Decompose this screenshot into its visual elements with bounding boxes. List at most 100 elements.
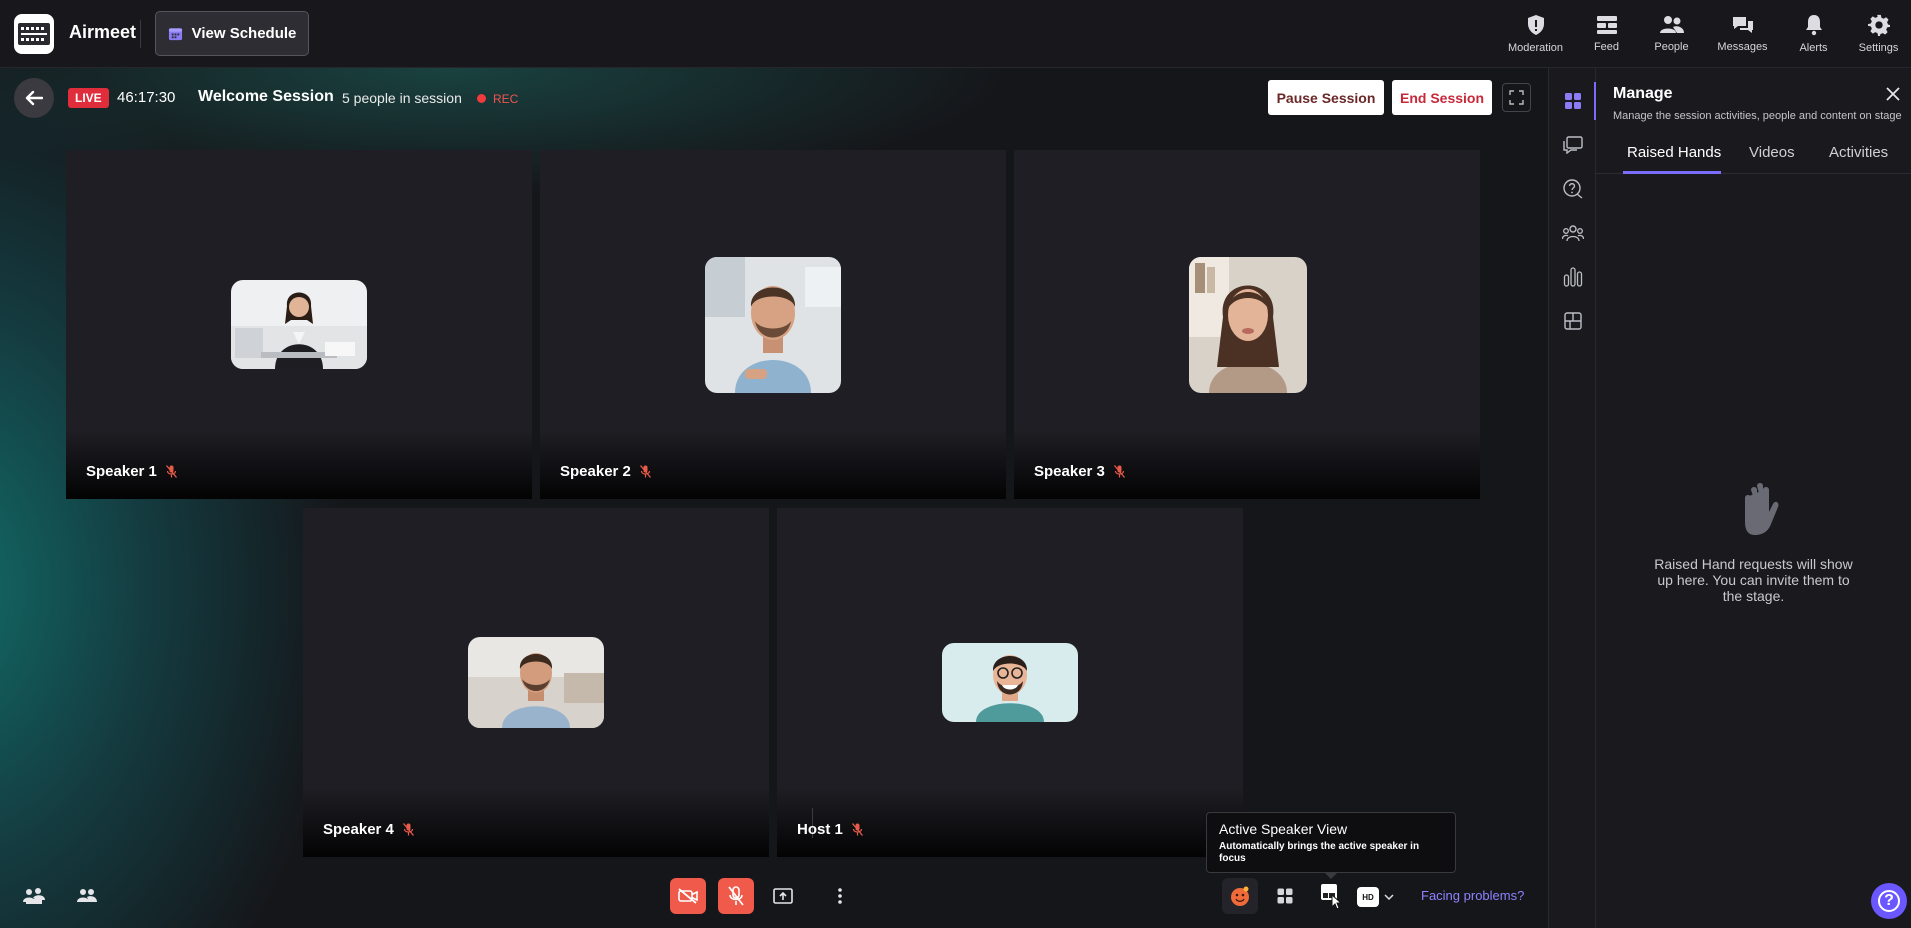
live-badge: LIVE bbox=[68, 88, 109, 108]
mic-off-button[interactable] bbox=[718, 878, 754, 914]
rail-layout-button[interactable] bbox=[1549, 303, 1597, 339]
video-tile-host-1[interactable]: Host 1 bbox=[777, 508, 1243, 857]
nav-moderation[interactable]: Moderation bbox=[1497, 0, 1574, 68]
close-panel-button[interactable] bbox=[1885, 86, 1901, 102]
camera-off-button[interactable] bbox=[670, 878, 706, 914]
arrow-left-icon bbox=[25, 90, 43, 106]
speaker-avatar bbox=[705, 257, 841, 393]
speaker-avatar bbox=[942, 643, 1078, 722]
tab-activities[interactable]: Activities bbox=[1829, 143, 1888, 173]
emoji-reaction-icon bbox=[1231, 886, 1249, 906]
bar-chart-icon bbox=[1563, 267, 1583, 287]
speaker-name-tag: Speaker 4 bbox=[323, 821, 414, 838]
mic-off-icon bbox=[639, 465, 651, 478]
view-schedule-label: View Schedule bbox=[191, 25, 297, 42]
raised-hands-empty-message: Raised Hand requests will show up here. … bbox=[1654, 556, 1853, 604]
speaker-name: Speaker 4 bbox=[323, 821, 394, 838]
view-schedule-button[interactable]: View Schedule bbox=[155, 11, 309, 56]
back-button[interactable] bbox=[14, 78, 54, 118]
active-speaker-icon bbox=[1321, 884, 1343, 910]
nav-moderation-label: Moderation bbox=[1507, 42, 1564, 54]
nav-alerts[interactable]: Alerts bbox=[1781, 0, 1846, 68]
speaker-name-tag: Speaker 2 bbox=[560, 463, 651, 480]
gear-icon bbox=[1867, 14, 1890, 36]
top-bar: Airmeet View Schedule Moderation Feed Pe… bbox=[0, 0, 1911, 68]
nav-alerts-label: Alerts bbox=[1799, 42, 1828, 54]
question-chat-icon bbox=[1563, 179, 1583, 199]
shield-alert-icon bbox=[1527, 15, 1544, 35]
participants-button[interactable] bbox=[69, 878, 105, 914]
recording-label: REC bbox=[493, 92, 519, 106]
nav-messages-label: Messages bbox=[1717, 41, 1768, 53]
chat-icon bbox=[1563, 136, 1583, 154]
people-icon bbox=[77, 889, 97, 902]
fullscreen-button[interactable] bbox=[1502, 83, 1531, 112]
grid-view-button[interactable] bbox=[1267, 878, 1303, 914]
rail-polls-button[interactable] bbox=[1549, 259, 1597, 295]
top-divider bbox=[140, 20, 141, 48]
nav-settings[interactable]: Settings bbox=[1846, 0, 1911, 68]
video-tile-speaker-2[interactable]: Speaker 2 bbox=[540, 150, 1006, 499]
video-tile-speaker-3[interactable]: Speaker 3 bbox=[1014, 150, 1480, 499]
facing-problems-link[interactable]: Facing problems? bbox=[1421, 888, 1524, 903]
more-options-button[interactable] bbox=[822, 878, 858, 914]
mic-off-icon bbox=[728, 886, 744, 906]
mic-off-icon bbox=[402, 823, 414, 836]
help-question-icon: ? bbox=[1878, 890, 1900, 912]
hd-badge: HD bbox=[1357, 887, 1379, 907]
session-timer: 46:17:30 bbox=[117, 89, 176, 106]
layout-icon bbox=[1564, 312, 1582, 330]
share-screen-button[interactable] bbox=[765, 878, 801, 914]
session-title: Welcome Session bbox=[198, 88, 334, 105]
tab-raised-hands[interactable]: Raised Hands bbox=[1627, 143, 1721, 173]
rail-people-button[interactable] bbox=[1549, 215, 1597, 251]
speaker-name-tag: Speaker 3 bbox=[1034, 463, 1125, 480]
video-off-icon bbox=[678, 888, 698, 904]
rail-manage-button[interactable] bbox=[1549, 83, 1597, 119]
nav-messages[interactable]: Messages bbox=[1704, 0, 1781, 68]
active-speaker-view-button[interactable] bbox=[1313, 878, 1349, 914]
reactions-button[interactable] bbox=[1222, 878, 1258, 914]
video-tile-speaker-1[interactable]: Speaker 1 bbox=[66, 150, 532, 499]
backstage-button[interactable] bbox=[16, 878, 52, 914]
dashboard-icon bbox=[1565, 93, 1581, 109]
panel-tabs: Raised Hands Videos Activities bbox=[1596, 143, 1911, 243]
nav-people[interactable]: People bbox=[1639, 0, 1704, 68]
share-screen-icon bbox=[773, 888, 793, 904]
calendar-icon bbox=[168, 28, 182, 41]
raised-hand-icon bbox=[1735, 480, 1779, 541]
rail-qna-button[interactable] bbox=[1549, 171, 1597, 207]
help-button[interactable]: ? bbox=[1871, 883, 1907, 919]
people-count: 5 people in session bbox=[342, 90, 462, 106]
video-tile-speaker-4[interactable]: Speaker 4 bbox=[303, 508, 769, 857]
video-quality-select[interactable]: HD bbox=[1357, 882, 1405, 912]
tooltip-arrow bbox=[1324, 872, 1338, 879]
speaker-name: Speaker 2 bbox=[560, 463, 631, 480]
end-session-button[interactable]: End Session bbox=[1392, 80, 1492, 115]
rail-chat-button[interactable] bbox=[1549, 127, 1597, 163]
airmeet-logo[interactable] bbox=[14, 14, 54, 54]
pause-session-button[interactable]: Pause Session bbox=[1268, 80, 1384, 115]
right-side-rail bbox=[1548, 68, 1597, 928]
speaker-name: Speaker 1 bbox=[86, 463, 157, 480]
feed-icon bbox=[1596, 16, 1617, 34]
mic-off-icon bbox=[851, 823, 863, 836]
top-nav: Moderation Feed People Messages Alerts S… bbox=[1497, 0, 1911, 68]
active-speaker-tooltip: Active Speaker View Automatically brings… bbox=[1206, 812, 1456, 873]
speaker-name: Host 1 bbox=[797, 821, 843, 838]
speaker-name-tag: Speaker 1 bbox=[86, 463, 177, 480]
nav-feed[interactable]: Feed bbox=[1574, 0, 1639, 68]
nav-feed-label: Feed bbox=[1593, 41, 1620, 53]
nav-settings-label: Settings bbox=[1858, 42, 1899, 54]
speaker-name: Speaker 3 bbox=[1034, 463, 1105, 480]
more-vertical-icon bbox=[838, 888, 842, 904]
tab-videos[interactable]: Videos bbox=[1749, 143, 1795, 173]
brand-name: Airmeet bbox=[69, 22, 137, 42]
mic-off-icon bbox=[165, 465, 177, 478]
speaker-avatar bbox=[1189, 257, 1307, 393]
stage-area: LIVE 46:17:30 Welcome Session 5 people i… bbox=[0, 68, 1548, 928]
nav-people-label: People bbox=[1654, 41, 1689, 53]
grid-view-icon bbox=[1277, 888, 1293, 904]
backstage-people-icon bbox=[23, 888, 45, 904]
group-icon bbox=[1562, 225, 1584, 242]
